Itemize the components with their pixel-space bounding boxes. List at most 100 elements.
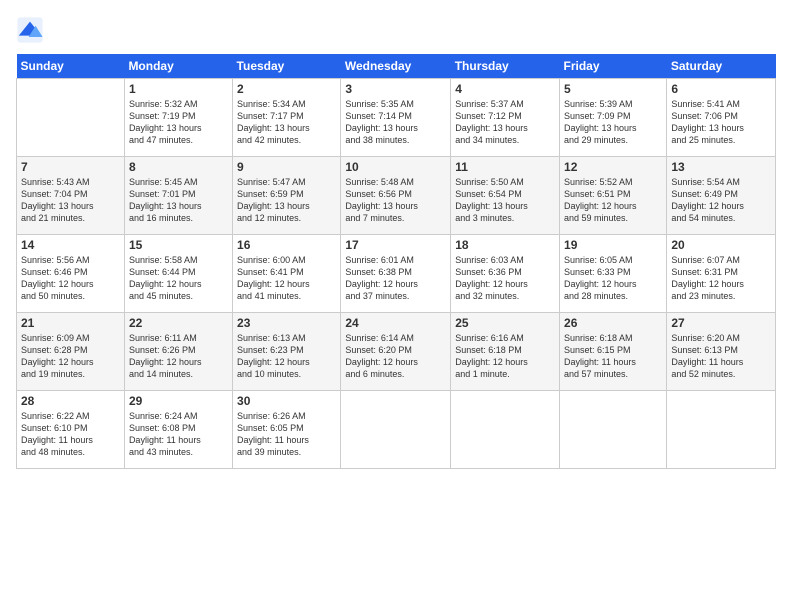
day-number: 11 [455, 160, 555, 174]
calendar-cell: 20 Sunrise: 6:07 AM Sunset: 6:31 PM Dayli… [667, 235, 776, 313]
calendar-cell [341, 391, 451, 469]
calendar-cell: 8 Sunrise: 5:45 AM Sunset: 7:01 PM Daylig… [124, 157, 232, 235]
day-number: 3 [345, 82, 446, 96]
day-number: 4 [455, 82, 555, 96]
calendar-cell: 2 Sunrise: 5:34 AM Sunset: 7:17 PM Daylig… [233, 79, 341, 157]
day-number: 14 [21, 238, 120, 252]
calendar-header-saturday: Saturday [667, 54, 776, 79]
calendar-cell: 25 Sunrise: 6:16 AM Sunset: 6:18 PM Dayli… [451, 313, 560, 391]
day-number: 23 [237, 316, 336, 330]
day-number: 30 [237, 394, 336, 408]
calendar-cell: 17 Sunrise: 6:01 AM Sunset: 6:38 PM Dayli… [341, 235, 451, 313]
calendar-cell: 18Sunrise: 6:03 AM Sunset: 6:36 PM Dayli… [451, 235, 560, 313]
day-info: Sunrise: 5:52 AM Sunset: 6:51 PM Dayligh… [564, 176, 662, 225]
day-info: Sunrise: 6:18 AM Sunset: 6:15 PM Dayligh… [564, 332, 662, 381]
logo-icon [16, 16, 44, 44]
calendar-cell: 7Sunrise: 5:43 AM Sunset: 7:04 PM Daylig… [17, 157, 125, 235]
calendar-week-row-2: 7Sunrise: 5:43 AM Sunset: 7:04 PM Daylig… [17, 157, 776, 235]
day-number: 28 [21, 394, 120, 408]
calendar-cell: 23 Sunrise: 6:13 AM Sunset: 6:23 PM Dayli… [233, 313, 341, 391]
day-number: 15 [129, 238, 228, 252]
day-number: 22 [129, 316, 228, 330]
day-number: 21 [21, 316, 120, 330]
day-info: Sunrise: 6:09 AM Sunset: 6:28 PM Dayligh… [21, 332, 120, 381]
calendar-week-row-4: 21 Sunrise: 6:09 AM Sunset: 6:28 PM Dayli… [17, 313, 776, 391]
calendar-cell: 1 Sunrise: 5:32 AM Sunset: 7:19 PM Daylig… [124, 79, 232, 157]
calendar-cell [17, 79, 125, 157]
calendar-table: SundayMondayTuesdayWednesdayThursdayFrid… [16, 54, 776, 469]
day-number: 18 [455, 238, 555, 252]
day-number: 2 [237, 82, 336, 96]
calendar-cell: 6 Sunrise: 5:41 AM Sunset: 7:06 PM Daylig… [667, 79, 776, 157]
day-info: Sunrise: 5:37 AM Sunset: 7:12 PM Dayligh… [455, 98, 555, 147]
calendar-cell: 5Sunrise: 5:39 AM Sunset: 7:09 PM Daylig… [560, 79, 667, 157]
day-number: 24 [345, 316, 446, 330]
calendar-header-row: SundayMondayTuesdayWednesdayThursdayFrid… [17, 54, 776, 79]
calendar-cell: 26Sunrise: 6:18 AM Sunset: 6:15 PM Dayli… [560, 313, 667, 391]
calendar-header-monday: Monday [124, 54, 232, 79]
day-info: Sunrise: 6:24 AM Sunset: 6:08 PM Dayligh… [129, 410, 228, 459]
day-info: Sunrise: 5:34 AM Sunset: 7:17 PM Dayligh… [237, 98, 336, 147]
day-number: 16 [237, 238, 336, 252]
day-info: Sunrise: 5:48 AM Sunset: 6:56 PM Dayligh… [345, 176, 446, 225]
calendar-header-thursday: Thursday [451, 54, 560, 79]
day-info: Sunrise: 5:32 AM Sunset: 7:19 PM Dayligh… [129, 98, 228, 147]
calendar-cell: 4 Sunrise: 5:37 AM Sunset: 7:12 PM Daylig… [451, 79, 560, 157]
day-number: 10 [345, 160, 446, 174]
calendar-header-wednesday: Wednesday [341, 54, 451, 79]
calendar-cell: 9 Sunrise: 5:47 AM Sunset: 6:59 PM Daylig… [233, 157, 341, 235]
calendar-cell: 24 Sunrise: 6:14 AM Sunset: 6:20 PM Dayli… [341, 313, 451, 391]
day-number: 1 [129, 82, 228, 96]
day-info: Sunrise: 5:41 AM Sunset: 7:06 PM Dayligh… [671, 98, 771, 147]
day-number: 5 [564, 82, 662, 96]
day-number: 29 [129, 394, 228, 408]
day-info: Sunrise: 5:45 AM Sunset: 7:01 PM Dayligh… [129, 176, 228, 225]
day-info: Sunrise: 6:05 AM Sunset: 6:33 PM Dayligh… [564, 254, 662, 303]
day-number: 20 [671, 238, 771, 252]
calendar-header-friday: Friday [560, 54, 667, 79]
calendar-cell: 14 Sunrise: 5:56 AM Sunset: 6:46 PM Dayli… [17, 235, 125, 313]
day-number: 27 [671, 316, 771, 330]
calendar-cell: 16 Sunrise: 6:00 AM Sunset: 6:41 PM Dayli… [233, 235, 341, 313]
day-info: Sunrise: 6:14 AM Sunset: 6:20 PM Dayligh… [345, 332, 446, 381]
day-info: Sunrise: 6:11 AM Sunset: 6:26 PM Dayligh… [129, 332, 228, 381]
day-info: Sunrise: 5:35 AM Sunset: 7:14 PM Dayligh… [345, 98, 446, 147]
calendar-cell: 3 Sunrise: 5:35 AM Sunset: 7:14 PM Daylig… [341, 79, 451, 157]
day-info: Sunrise: 5:50 AM Sunset: 6:54 PM Dayligh… [455, 176, 555, 225]
day-info: Sunrise: 5:58 AM Sunset: 6:44 PM Dayligh… [129, 254, 228, 303]
calendar-cell [560, 391, 667, 469]
calendar-header-sunday: Sunday [17, 54, 125, 79]
day-info: Sunrise: 6:16 AM Sunset: 6:18 PM Dayligh… [455, 332, 555, 381]
calendar-week-row-3: 14 Sunrise: 5:56 AM Sunset: 6:46 PM Dayli… [17, 235, 776, 313]
day-info: Sunrise: 6:13 AM Sunset: 6:23 PM Dayligh… [237, 332, 336, 381]
day-number: 25 [455, 316, 555, 330]
calendar-cell: 21 Sunrise: 6:09 AM Sunset: 6:28 PM Dayli… [17, 313, 125, 391]
day-number: 13 [671, 160, 771, 174]
calendar-cell: 19 Sunrise: 6:05 AM Sunset: 6:33 PM Dayli… [560, 235, 667, 313]
calendar-cell: 13 Sunrise: 5:54 AM Sunset: 6:49 PM Dayli… [667, 157, 776, 235]
day-number: 19 [564, 238, 662, 252]
calendar-cell: 12 Sunrise: 5:52 AM Sunset: 6:51 PM Dayli… [560, 157, 667, 235]
calendar-header-tuesday: Tuesday [233, 54, 341, 79]
calendar-cell: 30Sunrise: 6:26 AM Sunset: 6:05 PM Dayli… [233, 391, 341, 469]
calendar-cell: 10 Sunrise: 5:48 AM Sunset: 6:56 PM Dayli… [341, 157, 451, 235]
calendar-cell: 27Sunrise: 6:20 AM Sunset: 6:13 PM Dayli… [667, 313, 776, 391]
calendar-cell [451, 391, 560, 469]
day-info: Sunrise: 6:00 AM Sunset: 6:41 PM Dayligh… [237, 254, 336, 303]
day-info: Sunrise: 6:07 AM Sunset: 6:31 PM Dayligh… [671, 254, 771, 303]
day-info: Sunrise: 5:54 AM Sunset: 6:49 PM Dayligh… [671, 176, 771, 225]
day-number: 12 [564, 160, 662, 174]
day-info: Sunrise: 6:01 AM Sunset: 6:38 PM Dayligh… [345, 254, 446, 303]
day-number: 6 [671, 82, 771, 96]
day-number: 9 [237, 160, 336, 174]
calendar-cell: 28Sunrise: 6:22 AM Sunset: 6:10 PM Dayli… [17, 391, 125, 469]
page-header [16, 16, 776, 44]
day-number: 17 [345, 238, 446, 252]
day-number: 8 [129, 160, 228, 174]
logo [16, 16, 48, 44]
day-info: Sunrise: 5:56 AM Sunset: 6:46 PM Dayligh… [21, 254, 120, 303]
calendar-week-row-1: 1 Sunrise: 5:32 AM Sunset: 7:19 PM Daylig… [17, 79, 776, 157]
day-info: Sunrise: 5:47 AM Sunset: 6:59 PM Dayligh… [237, 176, 336, 225]
calendar-cell: 15 Sunrise: 5:58 AM Sunset: 6:44 PM Dayli… [124, 235, 232, 313]
calendar-cell: 29 Sunrise: 6:24 AM Sunset: 6:08 PM Dayli… [124, 391, 232, 469]
